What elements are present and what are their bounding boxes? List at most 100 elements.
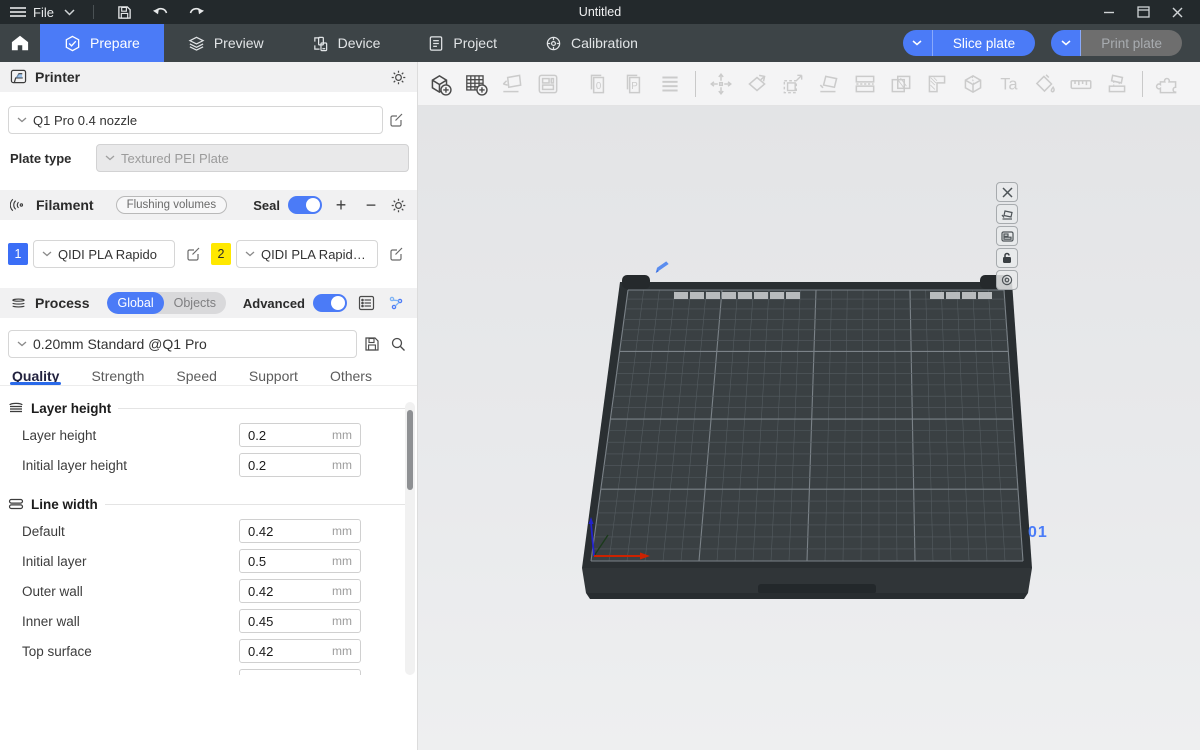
param-value[interactable]: 0.5 [240, 554, 332, 569]
filament-2-dropdown[interactable]: QIDI PLA Rapido M... [236, 240, 378, 268]
param-input[interactable]: 0.42 mm [239, 519, 361, 543]
tab-speed[interactable]: Speed [176, 368, 216, 385]
home-icon [10, 34, 30, 52]
filament-1-badge[interactable]: 1 [8, 243, 28, 265]
file-menu[interactable]: File [10, 5, 54, 20]
layers-button[interactable] [652, 68, 688, 100]
filament-settings-gear-icon[interactable] [390, 197, 407, 214]
tab-calibration[interactable]: Calibration [521, 24, 662, 62]
assembly-button[interactable] [1150, 68, 1186, 100]
tab-support[interactable]: Support [249, 368, 298, 385]
variable-layer-button[interactable] [919, 68, 955, 100]
plate-number-label[interactable]: 01 [1028, 524, 1048, 542]
text-button[interactable]: Ta [991, 68, 1027, 100]
scale-button[interactable] [775, 68, 811, 100]
divider [118, 408, 407, 409]
plate-arrange-button[interactable] [996, 226, 1018, 246]
add-filament-button[interactable]: + [330, 196, 352, 214]
plate-orient-button[interactable] [996, 204, 1018, 224]
printer-section-header: Printer [0, 62, 417, 92]
tab-project[interactable]: Project [404, 24, 521, 62]
plate-name-edit-icon[interactable] [652, 258, 672, 279]
filament-2-badge[interactable]: 2 [211, 243, 231, 265]
save-button[interactable] [112, 1, 138, 23]
clone-button[interactable] [883, 68, 919, 100]
param-value[interactable]: 0.2 [240, 428, 332, 443]
tab-preview[interactable]: Preview [164, 24, 288, 62]
process-preset-dropdown[interactable]: 0.20mm Standard @Q1 Pro [8, 330, 357, 358]
minimize-button[interactable] [1092, 1, 1126, 23]
close-button[interactable] [1160, 1, 1194, 23]
param-input[interactable]: 0.45 mm [239, 669, 361, 675]
build-plate[interactable] [418, 106, 1199, 750]
tab-prepare[interactable]: Prepare [40, 24, 164, 62]
split-button[interactable] [847, 68, 883, 100]
plate-settings-button[interactable] [996, 270, 1018, 290]
slice-options-chevron[interactable] [903, 30, 933, 56]
param-input[interactable]: 0.2 mm [239, 453, 361, 477]
redo-button[interactable] [184, 1, 210, 23]
param-input[interactable]: 0.42 mm [239, 639, 361, 663]
paint-button[interactable] [1027, 68, 1063, 100]
scope-objects[interactable]: Objects [164, 292, 226, 314]
undo-button[interactable] [148, 1, 174, 23]
auto-orient-button[interactable] [494, 68, 530, 100]
search-params-icon[interactable] [385, 292, 407, 314]
copy-button[interactable]: 0 [580, 68, 616, 100]
tab-quality[interactable]: Quality [12, 368, 59, 385]
filament-2-edit-button[interactable] [383, 246, 409, 262]
toolbar-divider [695, 71, 696, 97]
printer-settings-gear-icon[interactable] [390, 69, 407, 86]
search-preset-button[interactable] [387, 333, 409, 355]
add-model-button[interactable] [422, 68, 458, 100]
printer-edit-button[interactable] [383, 112, 409, 128]
param-value[interactable]: 0.2 [240, 458, 332, 473]
scope-global[interactable]: Global [107, 292, 163, 314]
param-input[interactable]: 0.42 mm [239, 579, 361, 603]
remove-filament-button[interactable]: − [360, 196, 382, 214]
tab-others[interactable]: Others [330, 368, 372, 385]
print-options-chevron[interactable] [1051, 30, 1081, 56]
tab-device[interactable]: Device [288, 24, 405, 62]
process-scope-switch[interactable]: Global Objects [107, 292, 226, 314]
slice-plate-button[interactable]: Slice plate [903, 30, 1035, 56]
param-value[interactable]: 0.45 [240, 674, 332, 676]
param-input[interactable]: 0.45 mm [239, 609, 361, 633]
support-paint-icon [1104, 71, 1130, 97]
rotate-button[interactable] [739, 68, 775, 100]
flushing-volumes-button[interactable]: Flushing volumes [116, 196, 227, 214]
measure-button[interactable] [1063, 68, 1099, 100]
advanced-toggle[interactable] [313, 294, 347, 312]
param-list-button[interactable] [355, 292, 377, 314]
save-preset-button[interactable] [361, 333, 383, 355]
paste-button[interactable]: P [616, 68, 652, 100]
plate-type-label: Plate type [8, 151, 96, 166]
param-input[interactable]: 0.2 mm [239, 423, 361, 447]
param-value[interactable]: 0.45 [240, 614, 332, 629]
home-button[interactable] [0, 24, 40, 62]
tab-strength[interactable]: Strength [91, 368, 144, 385]
param-value[interactable]: 0.42 [240, 584, 332, 599]
filament-1-edit-button[interactable] [180, 246, 206, 262]
add-plate-button[interactable] [458, 68, 494, 100]
scrollbar-thumb[interactable] [407, 410, 413, 490]
viewport-3d[interactable]: 01 [418, 106, 1200, 750]
move-button[interactable] [703, 68, 739, 100]
print-plate-button[interactable]: Print plate [1051, 30, 1182, 56]
maximize-button[interactable] [1126, 1, 1160, 23]
printer-preset-dropdown[interactable]: Q1 Pro 0.4 nozzle [8, 106, 383, 134]
param-value[interactable]: 0.42 [240, 644, 332, 659]
plate-type-dropdown[interactable]: Textured PEI Plate [96, 144, 409, 172]
plate-delete-button[interactable] [996, 182, 1018, 202]
arrange-button[interactable] [530, 68, 566, 100]
params-scrollbar[interactable] [405, 402, 415, 675]
param-input[interactable]: 0.5 mm [239, 549, 361, 573]
filament-1-dropdown[interactable]: QIDI PLA Rapido [33, 240, 175, 268]
chevron-down-icon[interactable] [64, 9, 75, 16]
support-paint-button[interactable] [1099, 68, 1135, 100]
param-value[interactable]: 0.42 [240, 524, 332, 539]
lay-flat-button[interactable] [811, 68, 847, 100]
seal-toggle[interactable] [288, 196, 322, 214]
plate-lock-button[interactable] [996, 248, 1018, 268]
boolean-button[interactable] [955, 68, 991, 100]
